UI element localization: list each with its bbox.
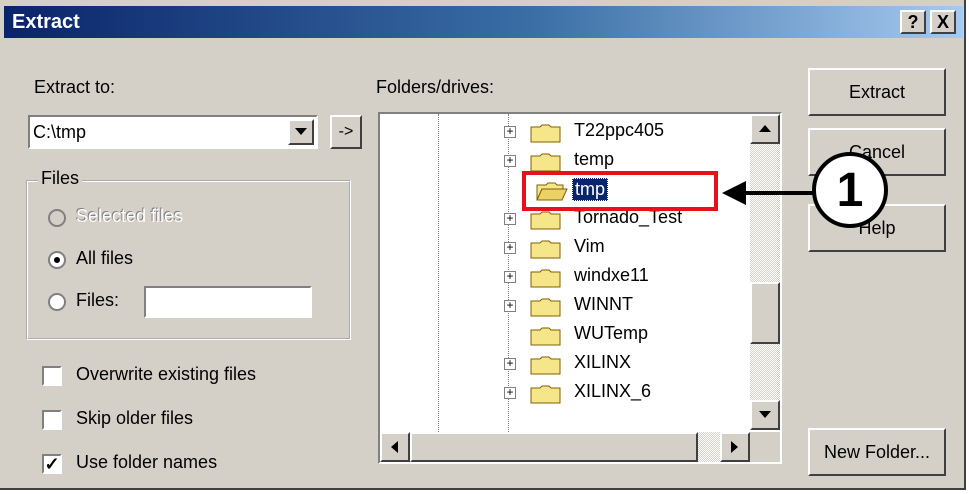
scroll-thumb[interactable]	[750, 282, 780, 344]
extract-to-value: C:\tmp	[33, 122, 87, 142]
selected-files-radio[interactable]	[48, 209, 66, 227]
arrow-up-icon	[759, 125, 771, 132]
selected-files-label: Selected files	[76, 206, 184, 226]
files-label: Files:	[76, 290, 120, 310]
scroll-left-button[interactable]	[380, 432, 410, 462]
folder-icon	[530, 211, 561, 230]
expand-icon[interactable]: +	[504, 125, 516, 138]
expand-icon[interactable]: +	[504, 386, 516, 399]
folder-icon	[530, 327, 561, 346]
browse-arrow-button[interactable]: ->	[330, 115, 362, 149]
vertical-scrollbar[interactable]	[750, 114, 780, 430]
tree-item-label: T22ppc405	[574, 120, 665, 140]
arrow-down-icon	[759, 411, 771, 418]
files-group-legend: Files	[38, 168, 83, 189]
folder-tree[interactable]: + T22ppc405 + temp tmp + Tornado_Test +	[378, 112, 782, 464]
extract-dialog: Extract ? X Extract to: C:\tmp -> Files …	[0, 0, 966, 490]
scroll-up-button[interactable]	[750, 114, 780, 144]
window-title: Extract	[12, 11, 80, 33]
tree-item-label: temp	[574, 149, 615, 169]
callout-arrow-icon	[722, 181, 816, 205]
expand-icon[interactable]: +	[504, 241, 516, 254]
expand-icon[interactable]: +	[504, 299, 516, 312]
tree-item-label: Vim	[574, 236, 605, 256]
chevron-down-icon	[295, 128, 307, 135]
overwrite-label: Overwrite existing files	[76, 364, 257, 384]
use-folder-names-checkbox[interactable]: ✓	[42, 454, 62, 474]
title-bar[interactable]: Extract ? X	[4, 6, 963, 38]
tree-item-label: WINNT	[574, 294, 633, 314]
extract-to-combobox[interactable]: C:\tmp	[28, 115, 318, 149]
folder-icon	[530, 385, 561, 404]
expand-icon[interactable]: +	[504, 154, 516, 167]
tree-item-label: XILINX	[574, 352, 632, 372]
combo-dropdown-button[interactable]	[288, 119, 314, 145]
horizontal-scrollbar[interactable]	[380, 432, 750, 462]
scroll-corner	[750, 432, 780, 462]
help-caption-button[interactable]: ?	[900, 10, 926, 34]
extract-to-label: Extract to:	[34, 77, 116, 97]
tree-item-label: XILINX_6	[574, 381, 652, 401]
expand-icon[interactable]: +	[504, 212, 516, 225]
skip-older-checkbox[interactable]	[42, 410, 62, 430]
new-folder-button[interactable]: New Folder...	[808, 428, 946, 476]
tree-item-label: WUTemp	[574, 323, 649, 343]
files-radio[interactable]	[48, 293, 66, 311]
files-filter-input[interactable]	[144, 286, 312, 318]
extract-button[interactable]: Extract	[808, 68, 946, 116]
scroll-down-button[interactable]	[750, 400, 780, 430]
folder-icon	[530, 153, 561, 172]
close-caption-button[interactable]: X	[930, 10, 956, 34]
skip-older-label: Skip older files	[76, 408, 194, 428]
folder-icon	[530, 356, 561, 375]
highlight-box	[522, 171, 718, 211]
tree-item-label: windxe11	[574, 265, 649, 285]
folders-label: Folders/drives:	[376, 77, 495, 97]
all-files-label: All files	[76, 248, 134, 268]
use-folder-names-label: Use folder names	[76, 452, 218, 472]
expand-icon[interactable]: +	[504, 357, 516, 370]
scroll-right-button[interactable]	[720, 432, 750, 462]
callout-number-badge: 1	[812, 152, 888, 228]
all-files-radio[interactable]	[48, 251, 66, 269]
horizontal-scroll-thumb[interactable]	[410, 432, 698, 462]
folder-icon	[530, 240, 561, 259]
folder-icon	[530, 124, 561, 143]
arrow-right-icon	[731, 441, 738, 453]
folder-icon	[530, 269, 561, 288]
arrow-left-icon	[391, 441, 398, 453]
overwrite-checkbox[interactable]	[42, 366, 62, 386]
expand-icon[interactable]: +	[504, 270, 516, 283]
folder-icon	[530, 298, 561, 317]
